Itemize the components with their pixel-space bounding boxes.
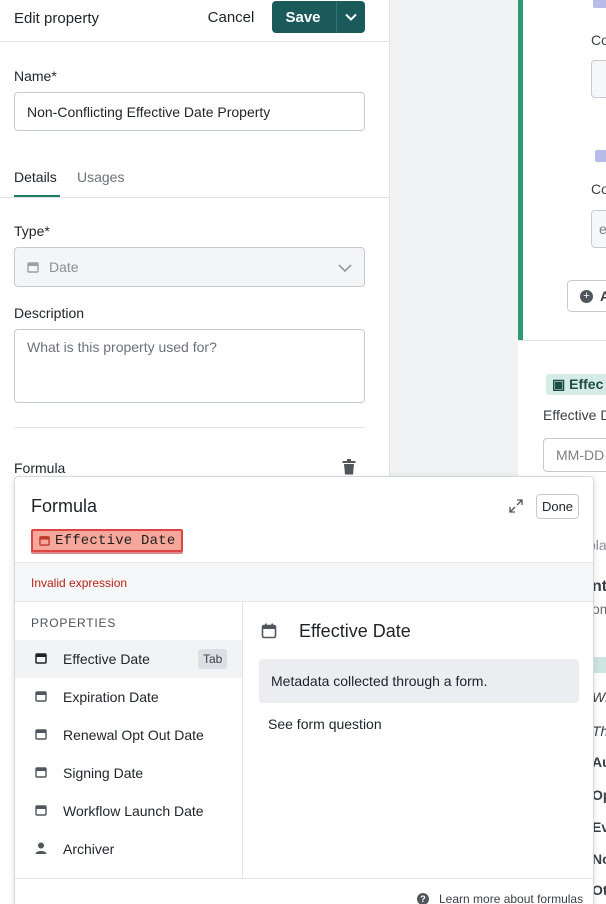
- property-detail-pane: Effective Date Metadata collected throug…: [243, 602, 593, 878]
- save-button[interactable]: Save: [272, 1, 336, 33]
- calendar-icon: [27, 262, 39, 273]
- section-divider: [14, 427, 365, 428]
- property-detail-description: Metadata collected through a form.: [259, 659, 579, 703]
- learn-more-label: Learn more about formulas: [439, 892, 584, 904]
- description-placeholder: What is this property used for?: [27, 339, 217, 355]
- save-options-button[interactable]: [336, 1, 365, 33]
- properties-section-label: PROPERTIES: [31, 616, 117, 630]
- background-date-field[interactable]: MM-DD: [543, 438, 606, 472]
- formula-token[interactable]: Effective Date: [31, 529, 184, 552]
- property-item-label: Effective Date: [63, 651, 150, 667]
- tab-usages[interactable]: Usages: [77, 169, 124, 185]
- formula-error-message: Invalid expression: [31, 576, 128, 590]
- formula-footer: ? Learn more about formulas: [15, 878, 593, 904]
- background-text: Ev: [592, 819, 606, 835]
- calendar-icon: [35, 729, 47, 740]
- calendar-icon: [39, 536, 50, 546]
- background-add-button[interactable]: + A: [567, 280, 606, 312]
- tab-key-hint: Tab: [198, 649, 228, 669]
- property-item-effective-date[interactable]: Effective Date Tab: [15, 640, 242, 678]
- formula-token-label: Effective Date: [55, 532, 176, 549]
- property-item-expiration-date[interactable]: Expiration Date: [15, 678, 242, 716]
- background-text: Effec: [569, 376, 604, 392]
- chevron-down-icon: [338, 264, 352, 272]
- background-text: Wl: [592, 689, 606, 705]
- background-field: e: [591, 210, 606, 248]
- panel-title: Edit property: [14, 10, 100, 27]
- background-text: Th: [592, 723, 606, 739]
- name-input[interactable]: Non-Conflicting Effective Date Property: [14, 92, 365, 131]
- property-item-label: Renewal Opt Out Date: [63, 727, 204, 743]
- property-item-label: Archiver: [63, 841, 115, 857]
- calendar-icon: [35, 691, 47, 702]
- background-badge: [593, 0, 606, 8]
- background-text: No: [592, 851, 606, 867]
- background-chip: ▣ Effec: [546, 374, 606, 395]
- calendar-icon: [261, 623, 277, 639]
- description-label: Description: [14, 305, 85, 321]
- background-text: Co: [591, 32, 606, 48]
- properties-list: PROPERTIES Effective Date Tab Expiration…: [15, 602, 243, 878]
- background-text: e: [599, 221, 606, 237]
- background-text: om: [592, 601, 606, 617]
- property-item-workflow-launch-date[interactable]: Workflow Launch Date: [15, 792, 242, 830]
- background-text: A: [600, 288, 606, 304]
- tab-details[interactable]: Details: [14, 169, 57, 185]
- formula-editor-popover: Formula Done Effective Date Invalid expr…: [14, 476, 594, 904]
- type-label: Type*: [14, 223, 50, 239]
- expand-icon[interactable]: [509, 499, 523, 513]
- property-item-label: Expiration Date: [63, 689, 159, 705]
- type-select-value: Date: [49, 259, 79, 275]
- type-select[interactable]: Date: [14, 247, 365, 287]
- background-text: Op: [592, 787, 606, 803]
- name-label: Name*: [14, 68, 57, 84]
- name-input-value: Non-Conflicting Effective Date Property: [27, 103, 271, 120]
- background-badge: [594, 657, 606, 673]
- background-text: Ot: [592, 882, 606, 898]
- help-circle-icon: ?: [417, 893, 429, 904]
- chevron-down-icon: [345, 13, 357, 21]
- property-item-signing-date[interactable]: Signing Date: [15, 754, 242, 792]
- tab-bar: Details Usages: [0, 158, 390, 198]
- learn-more-link[interactable]: ? Learn more about formulas: [417, 892, 583, 904]
- calendar-icon: [35, 805, 47, 816]
- background-text: Au: [592, 754, 606, 770]
- property-item-archiver[interactable]: Archiver: [15, 830, 242, 868]
- background-text: MM-DD: [556, 447, 605, 463]
- property-item-label: Workflow Launch Date: [63, 803, 204, 819]
- description-textarea[interactable]: What is this property used for?: [14, 329, 365, 403]
- background-text: Effective D: [543, 407, 606, 423]
- property-detail-title: Effective Date: [299, 621, 411, 641]
- formula-title: Formula: [31, 496, 98, 516]
- calendar-icon: [35, 767, 47, 778]
- see-form-question-link[interactable]: See form question: [268, 716, 382, 732]
- plus-circle-icon: +: [580, 290, 593, 303]
- formula-status-bar: Invalid expression: [15, 562, 593, 602]
- background-badge: [595, 150, 606, 162]
- person-icon: [35, 842, 47, 854]
- cancel-button[interactable]: Cancel: [196, 4, 266, 30]
- save-button-group: Save: [272, 1, 365, 33]
- property-item-renewal-opt-out-date[interactable]: Renewal Opt Out Date: [15, 716, 242, 754]
- trash-icon[interactable]: [342, 459, 356, 475]
- calendar-icon: [35, 653, 47, 664]
- background-card-top: Co Co e + A: [518, 0, 606, 340]
- background-field: [591, 60, 606, 98]
- active-tab-indicator: [14, 195, 60, 197]
- background-text: nt: [592, 578, 606, 595]
- background-text: Co: [591, 181, 606, 197]
- panel-header: Edit property Cancel Save: [0, 0, 389, 42]
- property-item-label: Signing Date: [63, 765, 144, 781]
- formula-label: Formula: [14, 460, 66, 476]
- done-button[interactable]: Done: [536, 494, 579, 519]
